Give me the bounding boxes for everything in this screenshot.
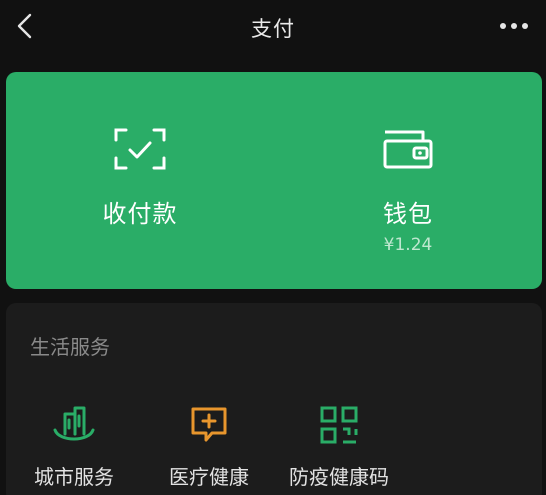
service-label: 城市服务 bbox=[34, 465, 114, 489]
wallet-label: 钱包 bbox=[383, 200, 433, 228]
wallet-button[interactable]: 钱包 ¥1.24 bbox=[274, 72, 542, 289]
health-code-button[interactable]: 防疫健康码 bbox=[269, 403, 409, 490]
receive-payment-label: 收付款 bbox=[102, 200, 178, 228]
more-button[interactable] bbox=[496, 12, 532, 40]
section-title: 生活服务 bbox=[30, 335, 110, 359]
life-services-section: 生活服务 城市服务 医疗健康 防疫健康码 bbox=[6, 303, 542, 495]
medical-chat-icon bbox=[191, 407, 227, 442]
medical-health-button[interactable]: 医疗健康 bbox=[139, 403, 279, 490]
wallet-icon bbox=[383, 130, 433, 169]
back-button[interactable] bbox=[10, 10, 38, 42]
wallet-balance: ¥1.24 bbox=[383, 235, 433, 255]
qr-code-icon bbox=[320, 406, 358, 444]
city-building-icon bbox=[53, 406, 95, 441]
chevron-left-icon bbox=[17, 13, 32, 39]
top-bar: 支付 bbox=[0, 0, 546, 56]
pay-card: 收付款 钱包 ¥1.24 bbox=[6, 72, 542, 289]
service-label: 防疫健康码 bbox=[289, 465, 389, 489]
page-title: 支付 bbox=[251, 17, 295, 41]
more-dots-icon bbox=[500, 23, 528, 29]
receive-payment-button[interactable]: 收付款 bbox=[6, 72, 274, 289]
scan-check-icon bbox=[114, 128, 166, 170]
service-label: 医疗健康 bbox=[169, 465, 249, 489]
city-services-button[interactable]: 城市服务 bbox=[4, 403, 144, 490]
